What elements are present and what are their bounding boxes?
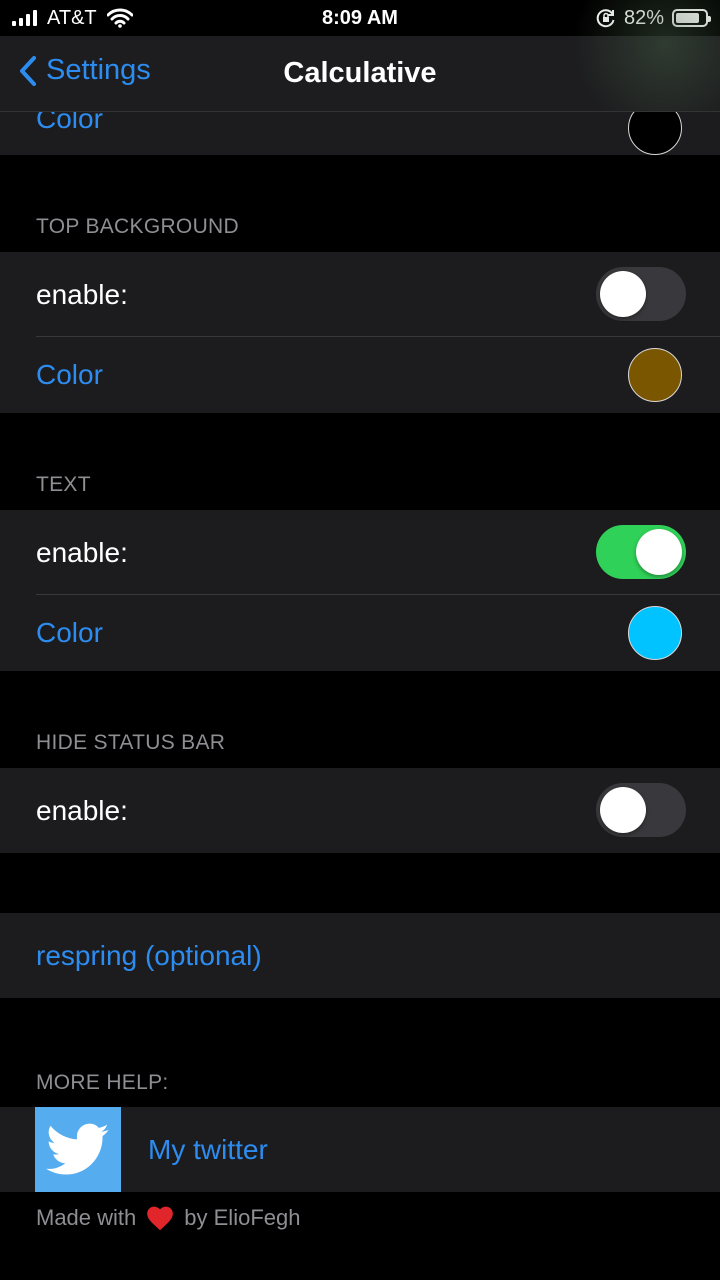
enable-label: enable: xyxy=(36,537,128,568)
section-header-hide-status-bar: HIDE STATUS BAR xyxy=(36,731,226,754)
hide-status-bar-enable-row: enable: xyxy=(0,768,720,853)
battery-percent: 82% xyxy=(623,6,664,29)
footer-prefix: Made with xyxy=(36,1205,137,1230)
respring-button[interactable]: respring (optional) xyxy=(36,940,262,972)
section-header-more-help: MORE HELP: xyxy=(36,1071,169,1094)
section-header-text: TEXT xyxy=(36,473,91,496)
color-label: Color xyxy=(36,359,103,390)
status-right: 82% xyxy=(596,5,711,31)
top-background-enable-toggle[interactable] xyxy=(596,267,686,321)
color-swatch[interactable] xyxy=(628,111,682,155)
footer-credit: Made with by ElioFegh xyxy=(36,1205,300,1231)
twitter-icon xyxy=(35,1107,121,1192)
enable-label: enable: xyxy=(36,279,128,310)
status-bar: AT&T 8:09 AM 82% xyxy=(0,0,720,36)
hide-status-bar-enable-toggle[interactable] xyxy=(596,783,686,837)
twitter-row[interactable]: My twitter xyxy=(0,1107,720,1192)
text-enable-row: enable: xyxy=(0,510,720,595)
heart-icon xyxy=(147,1206,174,1231)
top-background-enable-row: enable: xyxy=(0,252,720,337)
battery-icon xyxy=(672,9,711,27)
text-color-row[interactable]: Color xyxy=(0,595,720,671)
footer-suffix: by ElioFegh xyxy=(184,1205,301,1230)
color-row-partial[interactable]: Color xyxy=(0,111,720,155)
text-enable-toggle[interactable] xyxy=(596,525,686,579)
rotation-lock-icon xyxy=(596,9,615,28)
enable-label: enable: xyxy=(36,795,128,826)
color-label: Color xyxy=(36,617,103,648)
top-background-color-row[interactable]: Color xyxy=(0,337,720,413)
color-swatch[interactable] xyxy=(628,348,682,402)
respring-row[interactable]: respring (optional) xyxy=(0,913,720,998)
color-label: Color xyxy=(36,111,103,134)
color-swatch[interactable] xyxy=(628,606,682,660)
page-title: Calculative xyxy=(283,57,437,89)
navigation-bar: Settings Calculative xyxy=(0,36,720,112)
twitter-link[interactable]: My twitter xyxy=(148,1134,268,1166)
section-header-top-background: TOP BACKGROUND xyxy=(36,215,239,238)
